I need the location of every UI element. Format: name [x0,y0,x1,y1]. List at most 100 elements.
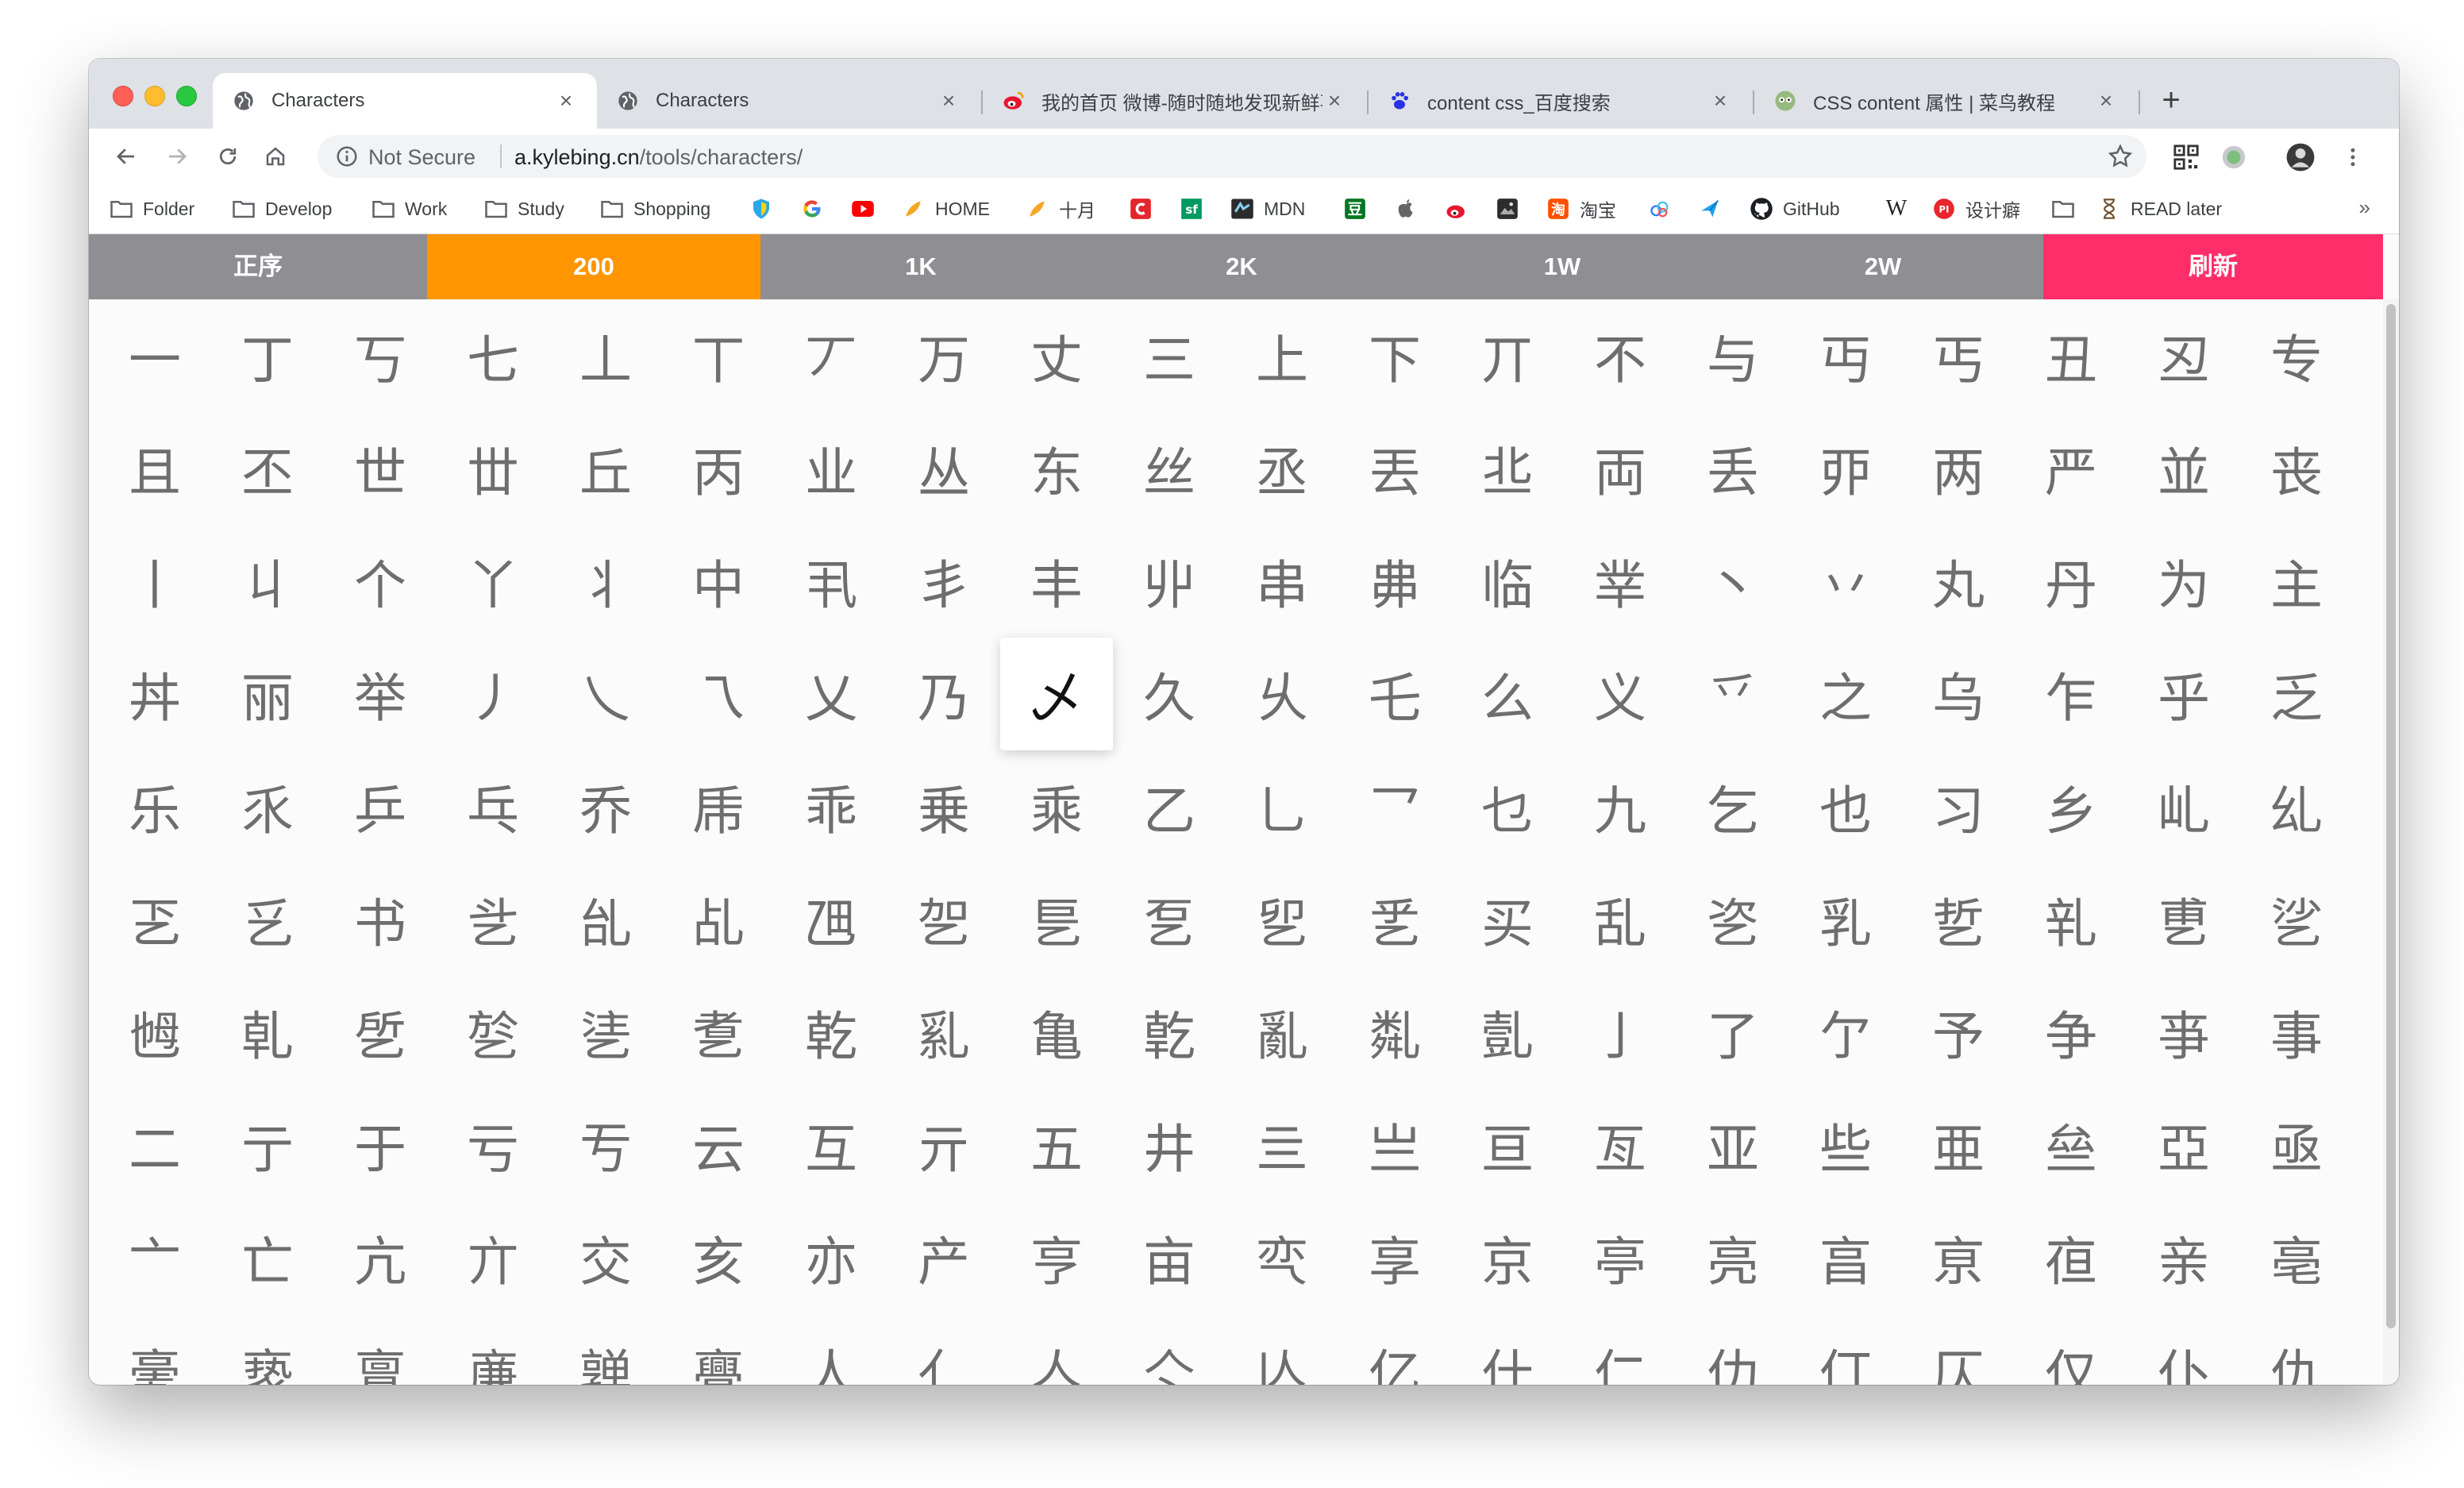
close-tab-icon[interactable]: × [554,88,578,114]
character-cell[interactable]: 丰 [1000,525,1113,638]
character-cell[interactable]: 乷 [2240,863,2353,976]
character-cell[interactable]: 亝 [2015,1089,2127,1201]
character-cell[interactable]: 乑 [211,750,324,863]
character-cell[interactable]: 丕 [211,412,324,525]
bookmark-develop[interactable]: Develop [232,195,332,222]
character-cell[interactable]: 乘 [1000,750,1113,863]
character-cell[interactable]: 亸 [549,1314,662,1385]
character-cell[interactable]: 亣 [437,1201,549,1314]
bookmark-segmentfault[interactable]: sf [1180,195,1203,222]
character-cell[interactable]: 仃 [1789,1314,1902,1385]
character-cell[interactable]: 世 [324,412,437,525]
character-cell[interactable]: 乏 [2240,638,2353,750]
character-cell[interactable]: 亘 [1451,1089,1564,1201]
character-cell[interactable]: 乤 [98,863,211,976]
tab-weibo[interactable]: 我的首页 微博-随时随地发现新鲜事 × [983,73,1365,129]
character-cell[interactable]: 专 [2240,299,2353,412]
character-cell[interactable]: 乓 [437,750,549,863]
character-cell[interactable]: 乹 [211,976,324,1089]
scrollbar-thumb[interactable] [2386,304,2396,1328]
bookmark-taobao[interactable]: 淘 淘宝 [1546,195,1616,222]
character-cell[interactable]: 亜 [1902,1089,2015,1201]
character-cell[interactable]: 丆 [775,299,887,412]
bookmark-wikipedia[interactable]: W [1885,195,1908,222]
character-cell[interactable]: 两 [1902,412,2015,525]
menu-2w-button[interactable]: 2W [1723,234,2043,299]
character-cell[interactable]: 丶 [1677,525,1789,638]
character-cell[interactable]: 乨 [549,863,662,976]
character-cell[interactable]: 丣 [1789,412,1902,525]
bookmark-october[interactable]: 十月 [1026,195,1095,222]
character-cell[interactable]: 亨 [1000,1201,1113,1314]
character-cell[interactable]: 乢 [2127,750,2240,863]
character-cell[interactable]: 云 [662,1089,775,1201]
character-cell[interactable]: 东 [1000,412,1113,525]
bookmark-bird[interactable] [1699,195,1723,222]
character-cell[interactable]: 亙 [1564,1089,1677,1201]
tab-runoob[interactable]: CSS content 属性 | 菜鸟教程 × [1754,73,2137,129]
character-cell[interactable]: 亡 [211,1201,324,1314]
back-button[interactable] [106,137,146,176]
qr-code-icon[interactable] [2169,140,2204,175]
character-cell[interactable]: 丙 [662,412,775,525]
bookmark-google[interactable] [800,195,824,222]
character-cell[interactable]: 亹 [662,1314,775,1385]
character-cell[interactable]: 丿 [437,638,549,750]
character-cell[interactable]: 乇 [1338,638,1451,750]
character-cell[interactable]: 书 [324,863,437,976]
character-cell[interactable]: 亪 [1226,1201,1338,1314]
character-cell[interactable]: 亭 [1564,1201,1677,1314]
character-cell[interactable]: 亃 [1338,976,1451,1089]
character-cell[interactable]: 争 [2015,976,2127,1089]
character-cell[interactable]: 亦 [775,1201,887,1314]
character-cell[interactable]: 习 [1902,750,2015,863]
character-cell[interactable]: 丞 [1226,412,1338,525]
profile-avatar-icon[interactable] [2283,140,2318,175]
bookmark-apple[interactable] [1394,195,1418,222]
character-cell[interactable]: 乴 [1902,863,2015,976]
close-tab-icon[interactable]: × [2094,88,2118,114]
character-cell[interactable]: 亍 [211,1089,324,1201]
character-cell[interactable]: 仅 [2015,1314,2127,1385]
character-cell[interactable]: 丷 [1789,525,1902,638]
character-cell[interactable]: 乒 [324,750,437,863]
character-cell[interactable]: 个 [324,525,437,638]
character-cell[interactable]: 为 [2127,525,2240,638]
character-cell[interactable]: 亱 [2015,1201,2127,1314]
character-cell[interactable]: 丟 [1338,412,1451,525]
close-tab-icon[interactable]: × [1322,88,1346,114]
character-cell[interactable]: 串 [1226,525,1338,638]
character-cell[interactable]: 亢 [324,1201,437,1314]
bookmark-image[interactable] [1496,195,1519,222]
close-tab-icon[interactable]: × [1708,88,1732,114]
character-cell[interactable]: 亏 [437,1089,549,1201]
character-cell[interactable]: 乔 [549,750,662,863]
security-label[interactable]: Not Secure [368,145,475,170]
character-cell[interactable]: 乎 [2127,638,2240,750]
character-cell[interactable]: 乀 [549,638,662,750]
character-cell[interactable]: 下 [1338,299,1451,412]
character-cell[interactable]: 丘 [549,412,662,525]
character-cell[interactable]: 丳 [1338,525,1451,638]
character-cell[interactable]: 丁 [211,299,324,412]
character-cell[interactable]: 丧 [2240,412,2353,525]
home-button[interactable] [256,137,295,176]
character-cell[interactable]: 乃 [887,638,1000,750]
maximize-window-button[interactable] [176,86,197,106]
character-cell[interactable]: 京 [1451,1201,1564,1314]
bookmark-star-icon[interactable] [2107,143,2134,174]
tab-characters-1[interactable]: Characters × [213,73,597,129]
character-cell[interactable]: 七 [437,299,549,412]
character-cell[interactable]: 互 [775,1089,887,1201]
character-cell[interactable]: 亟 [2240,1089,2353,1201]
character-cell[interactable]: 乭 [1113,863,1226,976]
character-cell[interactable]: 丛 [887,412,1000,525]
menu-1w-button[interactable]: 1W [1402,234,1723,299]
bookmark-youtube[interactable] [851,195,875,222]
character-cell[interactable]: 乿 [887,976,1000,1089]
character-cell[interactable]: 亴 [98,1314,211,1385]
character-cell[interactable]: 举 [324,638,437,750]
character-cell[interactable]: 丂 [324,299,437,412]
character-cell[interactable]: 亻 [887,1314,1000,1385]
character-cell[interactable]: 亞 [2127,1089,2240,1201]
